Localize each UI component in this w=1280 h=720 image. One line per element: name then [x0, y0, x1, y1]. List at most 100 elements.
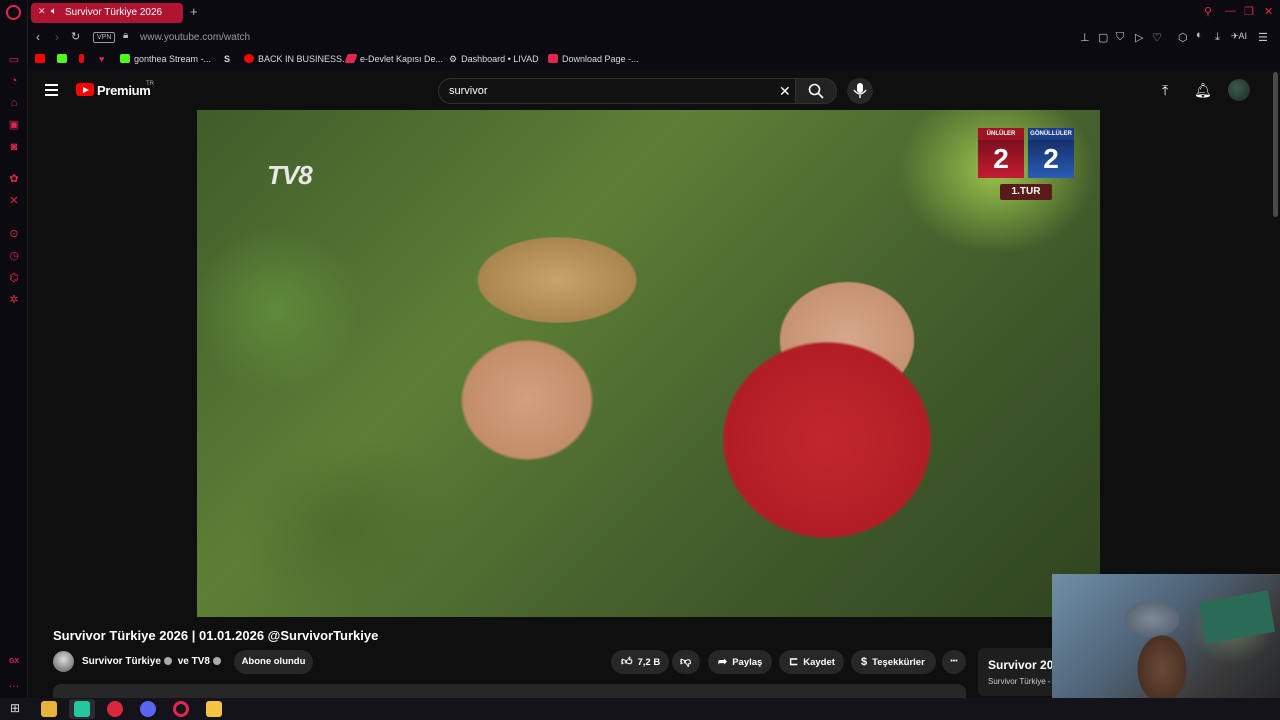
address-bar: ‹ › ↻ VPN 🔒︎ www.youtube.com/watch ⊥ ▢ ⛉… — [28, 25, 1280, 51]
bookmark-download-page[interactable]: Download Page -... — [548, 54, 639, 64]
shield-icon[interactable]: ⛉ — [1116, 31, 1124, 44]
bookmark-gonthea[interactable]: gonthea Stream -... — [120, 54, 211, 64]
forward-icon[interactable]: › — [55, 30, 59, 44]
region-code: TR — [146, 81, 154, 87]
channel-name[interactable]: Survivor Türkiye ve TV8 — [82, 656, 221, 667]
tab-active[interactable]: ✕ 🔈︎ Survivor Türkiye 2026 — [31, 3, 183, 23]
snapshot-icon[interactable]: ▢ — [1098, 31, 1108, 44]
minimize-icon[interactable]: — — [1225, 5, 1236, 17]
avatar[interactable] — [1228, 79, 1250, 101]
history-icon[interactable]: ◷ — [6, 248, 22, 264]
voice-search-button[interactable] — [847, 78, 873, 104]
extensions-icon[interactable]: ⬡ — [1178, 31, 1188, 44]
bookmark-dashboard[interactable]: ⚙︎ Dashboard • LIVAD — [449, 54, 539, 65]
opera-sidebar: ▭ ◔ ⌂ ▣ ◙ ✿ ✕ ⊙ ◷ ⌬ ✲ GX … — [0, 0, 28, 698]
related-channel: Survivor Türkiye - — [988, 677, 1051, 686]
bookmark-label: BACK IN BUSINESS... — [258, 54, 350, 64]
scrollbar-thumb[interactable] — [1273, 72, 1278, 217]
app-icon[interactable] — [206, 701, 222, 717]
bookmark-back-in-business[interactable]: BACK IN BUSINESS... — [244, 54, 350, 64]
opera-logo-icon[interactable] — [6, 5, 21, 20]
windows-start-icon[interactable]: ⊞ — [10, 701, 20, 715]
settings-icon[interactable]: ✲ — [6, 292, 22, 308]
discord-icon[interactable]: ✿ — [6, 171, 22, 187]
reload-icon[interactable]: ↻ — [71, 30, 80, 43]
subscribe-button[interactable]: Abone olundu — [234, 650, 313, 674]
bookmark-youtube[interactable] — [35, 54, 49, 64]
url-field[interactable]: www.youtube.com/watch — [140, 32, 250, 43]
bookmark-heart[interactable]: ♥ — [99, 54, 104, 64]
heart-icon: ♥ — [99, 54, 105, 64]
dislike-button[interactable]: 👎︎ — [672, 650, 700, 674]
restore-icon[interactable]: ❐ — [1244, 5, 1254, 18]
opera-gx-icon[interactable] — [173, 701, 189, 717]
pin-icon[interactable]: ⊥ — [1080, 31, 1090, 44]
gx-cleaner-icon[interactable]: ◔ — [6, 73, 22, 89]
x-icon[interactable]: ✕ — [6, 193, 22, 209]
search-tabs-icon[interactable]: ⚲ — [1204, 5, 1212, 18]
bookmark-netflix[interactable] — [79, 54, 88, 64]
app-icon[interactable] — [74, 701, 90, 717]
video-player[interactable]: TV8 ÜNLÜLER GÖNÜLLÜLER 2 2 1.TUR — [197, 110, 1100, 617]
save-button[interactable]: ⊏ Kaydet — [779, 650, 844, 674]
speaker-icon[interactable]: 🔈︎ — [51, 6, 57, 17]
bookmark-label: Download Page -... — [562, 54, 639, 64]
extensions-icon[interactable]: ⌬ — [6, 270, 22, 286]
share-label: Paylaş — [732, 657, 763, 668]
lock-icon[interactable]: 🔒︎ — [123, 30, 128, 41]
twitch-icon[interactable]: ▣ — [6, 117, 22, 133]
hot-tabs-icon[interactable]: ⌂ — [6, 95, 22, 111]
upload-icon[interactable]: ⤒ — [1162, 82, 1168, 99]
collab-channel[interactable]: ve TV8 — [178, 656, 210, 667]
profile-icon[interactable]: ◐ — [1196, 29, 1203, 41]
ai-button[interactable]: ✈︎AI — [1231, 31, 1247, 42]
related-video-card[interactable]: Survivor 20 Survivor Türkiye - — [978, 648, 1058, 696]
new-tab-button[interactable]: + — [190, 4, 198, 19]
score-team-left: ÜNLÜLER — [978, 128, 1024, 140]
search-input[interactable]: survivor ✕ — [438, 78, 795, 104]
share-button[interactable]: ➦ Paylaş — [708, 650, 772, 674]
channel-avatar[interactable] — [53, 651, 74, 672]
ai-label: AI — [1238, 31, 1248, 41]
youtube-brand[interactable]: Premium — [97, 83, 151, 98]
microphone-icon — [853, 83, 867, 98]
file-explorer-icon[interactable] — [41, 701, 57, 717]
more-icon[interactable]: … — [6, 676, 22, 692]
related-title[interactable]: Survivor 20 — [988, 658, 1053, 672]
player-icon[interactable]: ⊙ — [6, 226, 22, 242]
bookmark-kick[interactable] — [57, 54, 71, 64]
save-label: Kaydet — [803, 657, 835, 668]
youtube-logo-icon[interactable] — [76, 83, 94, 96]
webcam-background-sign — [1198, 590, 1276, 644]
guide-menu-icon[interactable] — [45, 84, 58, 96]
gx-label[interactable]: GX — [6, 654, 22, 670]
search-query[interactable]: survivor — [449, 85, 488, 97]
description-box[interactable] — [53, 684, 966, 698]
youtube-header: Premium TR survivor ✕ ⤒ 🔔︎ — [28, 70, 1270, 110]
messenger-icon[interactable]: ◙ — [6, 139, 22, 155]
notifications-icon[interactable]: 🔔︎ — [1194, 82, 1212, 99]
thanks-button[interactable]: $ Teşekkürler — [851, 650, 936, 674]
bookmark-edevlet[interactable]: e-Devlet Kapısı De... — [344, 54, 443, 64]
close-window-icon[interactable]: ✕ — [1264, 5, 1273, 18]
play-icon[interactable]: ▷ — [1135, 31, 1143, 44]
vpn-badge[interactable]: VPN — [93, 32, 116, 43]
more-actions-button[interactable]: ••• — [942, 650, 966, 674]
channel-name-text[interactable]: Survivor Türkiye — [82, 656, 161, 667]
heart-icon[interactable]: ♡ — [1152, 31, 1162, 44]
search-button[interactable] — [795, 78, 837, 104]
clear-search-icon[interactable]: ✕ — [779, 83, 791, 100]
tab-title: Survivor Türkiye 2026 — [65, 7, 163, 18]
gx-control-icon[interactable]: ▭ — [6, 52, 22, 68]
media-player-icon[interactable] — [107, 701, 123, 717]
discord-icon[interactable] — [140, 701, 156, 717]
like-button[interactable]: 👍︎ 7,2 B — [611, 650, 669, 674]
bookmark-s[interactable]: S — [224, 54, 230, 64]
score-round: 1.TUR — [1000, 184, 1052, 200]
back-icon[interactable]: ‹ — [36, 30, 40, 44]
search-icon — [808, 83, 824, 99]
close-tab-icon[interactable]: ✕ — [38, 6, 46, 17]
download-icon[interactable]: ⤓ — [1215, 31, 1220, 44]
menu-icon[interactable]: ☰ — [1258, 31, 1268, 44]
youtube-icon — [244, 54, 254, 63]
